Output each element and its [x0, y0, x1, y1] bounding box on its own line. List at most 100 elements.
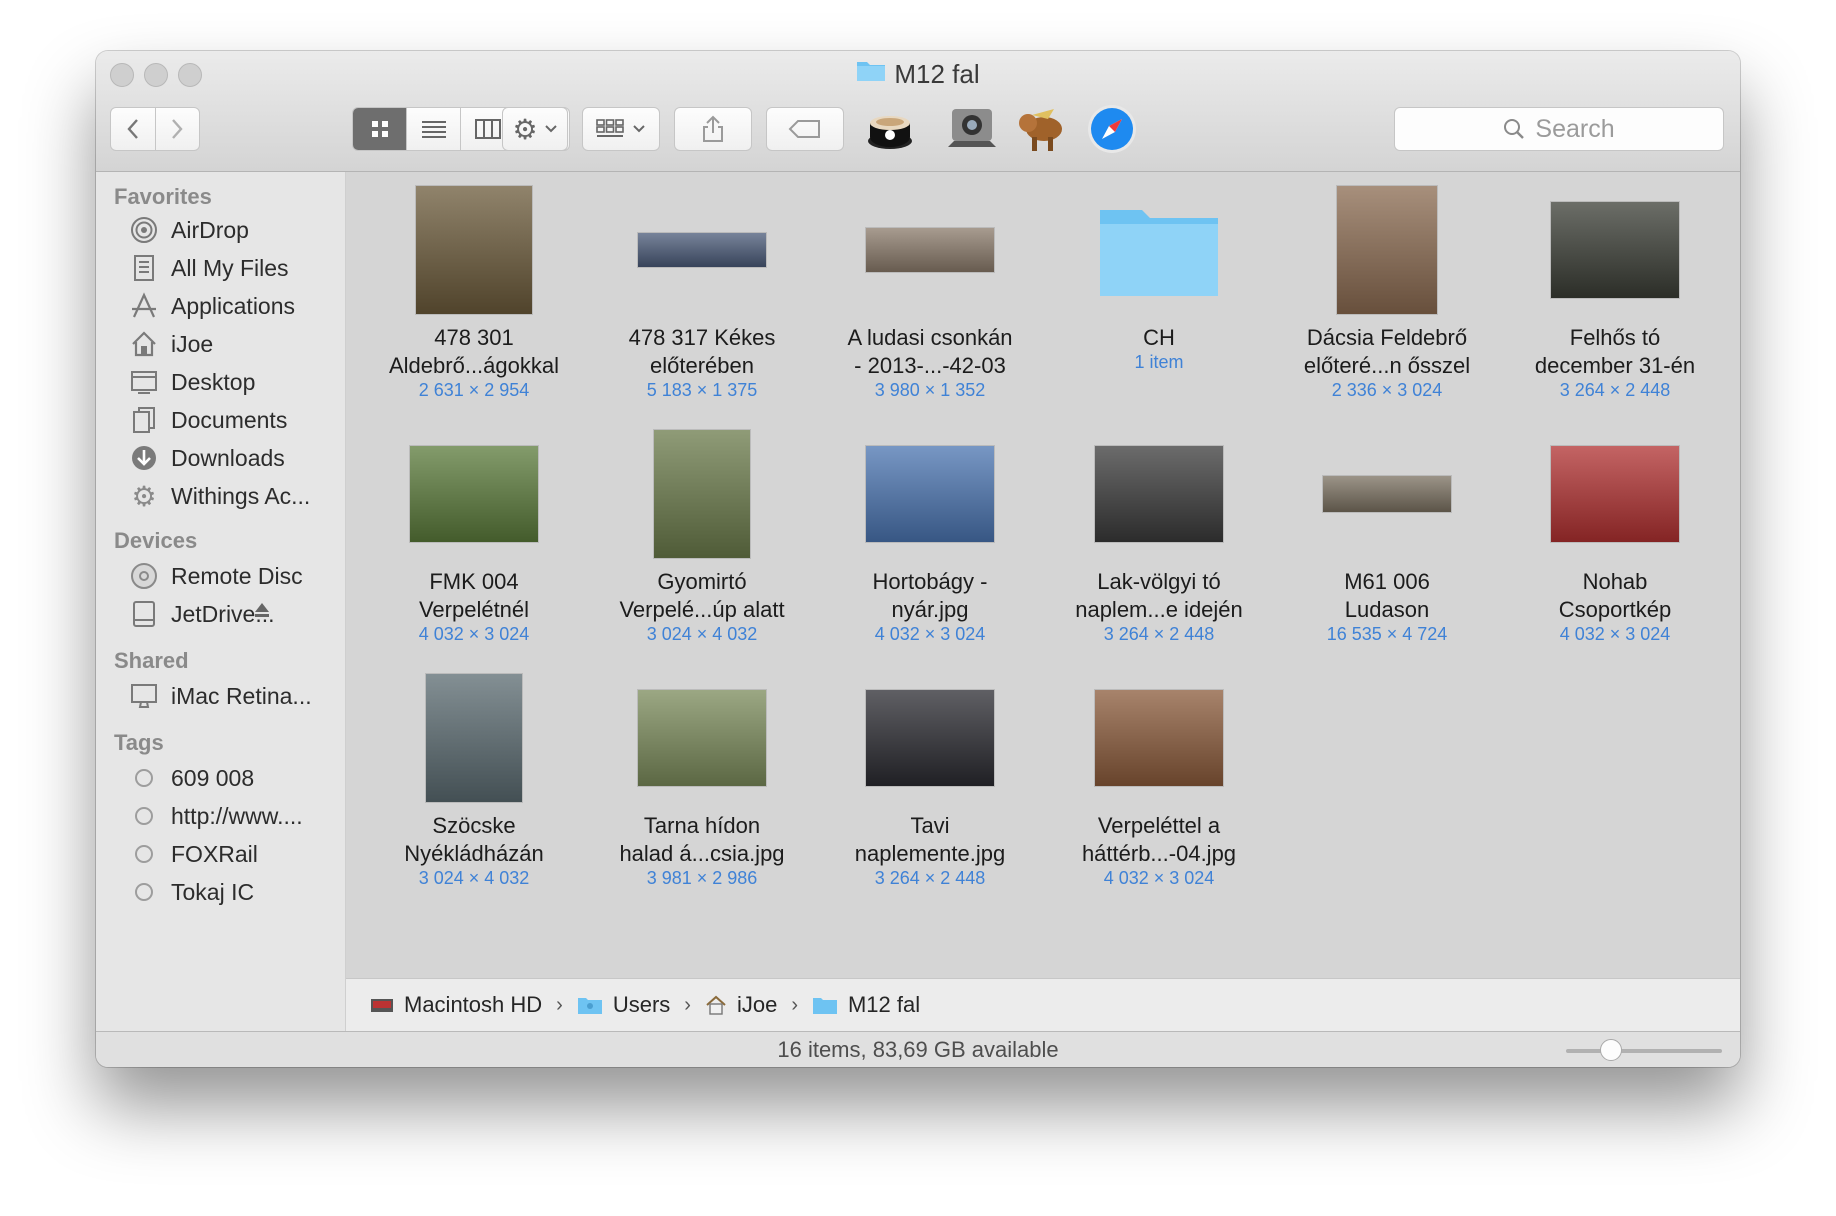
sidebar-item-withings[interactable]: ⚙ Withings Ac...: [130, 476, 310, 516]
file-name-line2: december 31-én: [1534, 353, 1696, 378]
path-item-macintosh-hd[interactable]: Macintosh HD: [370, 992, 542, 1018]
sidebar-tag-foxrail[interactable]: FOXRail: [130, 834, 258, 874]
file-name-line2: háttérb...-04.jpg: [1081, 841, 1237, 866]
disc-icon: [130, 562, 158, 590]
nav-buttons: [110, 107, 200, 151]
file-name-line1: Verpeléttel a: [1097, 813, 1221, 838]
sidebar-tag-http[interactable]: http://www....: [130, 796, 303, 836]
file-name-line1: 478 317 Kékes: [628, 325, 776, 350]
file-item[interactable]: FMK 004 Verpelétnél 4 032 × 3 024: [364, 430, 584, 664]
safari-app-icon[interactable]: [1084, 101, 1140, 157]
chevron-right-icon: [172, 119, 183, 139]
share-button[interactable]: [674, 107, 752, 151]
file-item[interactable]: Lak-völgyi tó naplem...e idején 3 264 × 2 …: [1049, 430, 1269, 664]
drive-icon: [130, 600, 158, 628]
sidebar-item-ijoe[interactable]: iJoe: [130, 324, 213, 364]
transmit-app-icon[interactable]: [1014, 101, 1070, 157]
file-item[interactable]: Verpeléttel a háttérb...-04.jpg 4 032 × 3 …: [1049, 674, 1269, 908]
file-item[interactable]: Gyomirtó Verpelé...úp alatt 3 024 × 4 032: [592, 430, 812, 664]
file-item[interactable]: Szöcske Nyékládházán 3 024 × 4 032: [364, 674, 584, 908]
file-meta: 1 item: [1134, 352, 1184, 372]
file-meta: 4 032 × 3 024: [1103, 868, 1215, 888]
forward-button[interactable]: [156, 108, 200, 150]
file-name-line2: Verpelé...úp alatt: [619, 597, 785, 622]
file-name-line1: Dácsia Feldebrő: [1306, 325, 1468, 350]
columns-icon: [474, 119, 501, 139]
coffee-app-icon[interactable]: [862, 101, 918, 157]
toolbar: M12 fal ⚙ Search: [96, 51, 1740, 172]
file-name-line2: Ludason: [1344, 597, 1430, 622]
sidebar-item-jetdrive[interactable]: JetDrive...: [130, 594, 330, 634]
file-item[interactable]: Tavi naplemente.jpg 3 264 × 2 448: [820, 674, 1040, 908]
sidebar-item-airdrop[interactable]: AirDrop: [130, 210, 249, 250]
devices-header: Devices: [114, 528, 198, 553]
photo-thumbnail: [1095, 446, 1223, 542]
file-name-line1: Tarna hídon: [643, 813, 761, 838]
file-name: Nohab Csoportkép: [1505, 568, 1725, 624]
path-item-users[interactable]: Users: [577, 992, 670, 1018]
file-name-line1: Hortobágy -: [872, 569, 988, 594]
file-item[interactable]: 478 317 Kékes előterében 5 183 × 1 375: [592, 186, 812, 420]
screenshot-app-icon[interactable]: [944, 101, 1000, 157]
sidebar-item-remote-disc[interactable]: Remote Disc: [130, 556, 303, 596]
file-item[interactable]: Dácsia Feldebrő előteré...n ősszel 2 336 ×…: [1277, 186, 1497, 420]
file-name-line2: Nyékládházán: [404, 841, 544, 866]
file-item[interactable]: M61 006 Ludason 16 535 × 4 724: [1277, 430, 1497, 664]
file-item[interactable]: Hortobágy - nyár.jpg 4 032 × 3 024: [820, 430, 1040, 664]
file-item[interactable]: Nohab Csoportkép 4 032 × 3 024: [1505, 430, 1725, 664]
icon-size-slider[interactable]: [1566, 1039, 1722, 1061]
downloads-icon: [130, 444, 158, 472]
chevron-right-icon: ›: [684, 993, 691, 1016]
file-name-line2: nyár.jpg: [891, 597, 969, 622]
file-meta: 3 264 × 2 448: [874, 868, 986, 888]
all-files-icon: [130, 254, 158, 282]
path-item-m12-fal[interactable]: M12 fal: [812, 992, 920, 1018]
folder-icon: [1098, 202, 1220, 298]
file-name-line1: 478 301: [434, 325, 514, 350]
list-view-button[interactable]: [407, 108, 461, 150]
file-item[interactable]: Felhős tó december 31-én 3 264 × 2 448: [1505, 186, 1725, 420]
sidebar-tag-609-008[interactable]: 609 008: [130, 758, 254, 798]
file-name: Felhős tó december 31-én: [1505, 324, 1725, 380]
tag-button[interactable]: [766, 107, 844, 151]
eject-icon[interactable]: [252, 600, 272, 625]
status-bar: 16 items, 83,69 GB available: [96, 1031, 1740, 1067]
file-name-line1: CH: [1143, 325, 1175, 350]
action-menu-button[interactable]: ⚙: [502, 107, 568, 151]
photo-thumbnail: [1551, 202, 1679, 298]
back-button[interactable]: [111, 108, 156, 150]
sidebar-item-downloads[interactable]: Downloads: [130, 438, 285, 478]
airdrop-icon: [130, 216, 158, 244]
list-icon: [421, 121, 446, 138]
path-item-ijoe[interactable]: iJoe: [705, 992, 777, 1018]
file-item[interactable]: Tarna hídon halad á...csia.jpg 3 981 × 2 9…: [592, 674, 812, 908]
sidebar-tag-tokaj-ic[interactable]: Tokaj IC: [130, 872, 254, 912]
folder-item[interactable]: CH 1 item: [1049, 186, 1269, 420]
grid-icon: [371, 121, 388, 137]
sidebar-item-applications[interactable]: Applications: [130, 286, 295, 326]
gear-icon: ⚙: [512, 113, 538, 145]
search-field[interactable]: Search: [1394, 107, 1724, 151]
chevron-down-icon: [633, 125, 645, 133]
slider-knob[interactable]: [1600, 1039, 1622, 1061]
home-icon: [130, 330, 158, 358]
sidebar-item-desktop[interactable]: Desktop: [130, 362, 255, 402]
sidebar-item-imac[interactable]: iMac Retina...: [130, 676, 312, 716]
file-name-line2: naplem...e idején: [1075, 597, 1243, 622]
favorites-header: Favorites: [114, 184, 212, 209]
desktop-icon: [130, 368, 158, 396]
documents-icon: [130, 406, 158, 434]
file-name-line2: - 2013-...-42-03: [854, 353, 1006, 378]
icon-view-button[interactable]: [353, 108, 407, 150]
file-meta: 4 032 × 3 024: [418, 624, 530, 644]
file-meta: 16 535 × 4 724: [1326, 624, 1448, 644]
sidebar-item-all-my-files[interactable]: All My Files: [130, 248, 289, 288]
file-item[interactable]: A ludasi csonkán - 2013-...-42-03 3 980 × …: [820, 186, 1040, 420]
sidebar-item-documents[interactable]: Documents: [130, 400, 287, 440]
file-item[interactable]: 478 301 Aldebrő...ágokkal 2 631 × 2 954: [364, 186, 584, 420]
file-name: Lak-völgyi tó naplem...e idején: [1049, 568, 1269, 624]
chevron-left-icon: [127, 119, 138, 139]
arrange-menu-button[interactable]: [582, 107, 660, 151]
chevron-right-icon: ›: [556, 993, 563, 1016]
file-name-line1: Gyomirtó: [657, 569, 747, 594]
